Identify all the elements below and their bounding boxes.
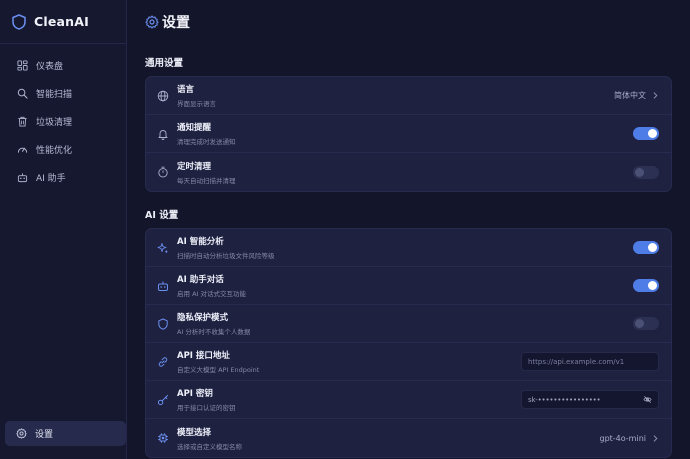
- gauge-icon: [17, 147, 28, 153]
- setting-label: API 接口地址: [177, 351, 230, 361]
- language-value: 简体中文: [614, 91, 646, 100]
- setting-schedule: 定时清理 每天自动扫描并清理: [146, 153, 671, 191]
- setting-language[interactable]: 语言 界面显示语言 简体中文: [146, 77, 671, 115]
- sidebar-item-dashboard[interactable]: 仪表盘: [0, 51, 126, 79]
- ai-chat-toggle[interactable]: [633, 279, 659, 292]
- setting-desc: 清理完成时发送通知: [177, 138, 236, 146]
- setting-desc: AI 分析时不收集个人数据: [177, 328, 251, 336]
- chevron-right-icon: [653, 92, 658, 99]
- setting-desc: 选择或自定义模型名称: [177, 442, 242, 451]
- setting-desc: 启用 AI 对话式交互功能: [177, 290, 246, 298]
- toggle-knob: [648, 281, 657, 290]
- general-settings-card: 语言 界面显示语言 简体中文 通知提醒 清理完成时发送通知 定时清理 每天自动扫…: [145, 76, 672, 192]
- schedule-toggle[interactable]: [633, 165, 659, 179]
- setting-ai-analysis: AI 智能分析 扫描时自动分析垃圾文件风险等级: [146, 229, 671, 267]
- setting-desc: 扫描时自动分析垃圾文件风险等级: [177, 252, 275, 260]
- sidebar-item-label: AI 助手: [36, 173, 66, 184]
- ai-settings-card: AI 智能分析 扫描时自动分析垃圾文件风险等级 AI 助手对话 启用 AI 对话…: [145, 228, 672, 458]
- setting-label: 模型选择: [177, 427, 212, 438]
- notify-toggle[interactable]: [633, 127, 659, 140]
- sidebar-item-label: 智能扫描: [36, 89, 73, 100]
- toggle-knob: [648, 243, 657, 252]
- setting-label: 定时清理: [177, 161, 212, 172]
- sidebar-item-label: 仪表盘: [36, 61, 64, 72]
- setting-ai-chat: AI 助手对话 启用 AI 对话式交互功能: [146, 267, 671, 305]
- model-select[interactable]: gpt-4o-mini: [599, 434, 659, 443]
- setting-label: AI 智能分析: [177, 237, 224, 247]
- api-url-field-wrap: [521, 352, 659, 371]
- sidebar: CleanAI 仪表盘 智能扫描 垃圾清理 性能优化 AI 助手 设置: [0, 0, 127, 459]
- toggle-knob: [648, 129, 657, 138]
- section-title-general: 通用设置: [145, 58, 184, 69]
- dashboard-icon: [17, 59, 28, 71]
- privacy-toggle[interactable]: [633, 317, 659, 330]
- language-select[interactable]: 简体中文: [614, 90, 659, 101]
- key-icon: [157, 394, 169, 406]
- section-title-ai: AI 设置: [145, 210, 179, 221]
- setting-label: API 密钥: [177, 389, 213, 399]
- setting-label: 通知提醒: [177, 123, 212, 133]
- sidebar-item-ai-assistant[interactable]: AI 助手: [0, 163, 126, 191]
- trash-icon: [18, 116, 27, 127]
- setting-api-key: API 密钥 用于接口认证的密钥 sk-••••••••••••••••: [146, 381, 671, 419]
- api-key-value: sk-••••••••••••••••: [528, 395, 601, 404]
- settings-main: 设置 通用设置 语言 界面显示语言 简体中文 通知提醒 清理完成时发送通知 定时…: [127, 0, 690, 459]
- robot-icon: [17, 172, 28, 182]
- page-title: 设置: [145, 0, 672, 44]
- shield-icon: [157, 318, 169, 330]
- toggle-knob: [635, 319, 644, 328]
- setting-desc: 自定义大模型 API Endpoint: [177, 366, 260, 374]
- sidebar-item-performance[interactable]: 性能优化: [0, 135, 126, 163]
- sidebar-nav: 仪表盘 智能扫描 垃圾清理 性能优化 AI 助手: [0, 44, 126, 191]
- api-url-input[interactable]: [528, 357, 652, 366]
- chevron-right-icon: [653, 434, 658, 442]
- sparkles-icon: [157, 242, 169, 254]
- sidebar-item-label: 设置: [35, 430, 54, 440]
- setting-model[interactable]: 模型选择 选择或自定义模型名称 gpt-4o-mini: [146, 419, 671, 457]
- setting-desc: 每天自动扫描并清理: [177, 176, 236, 185]
- page-title-text: 设置: [162, 15, 190, 31]
- gear-icon: [145, 15, 159, 29]
- setting-desc: 界面显示语言: [177, 100, 216, 108]
- bell-icon: [157, 128, 169, 140]
- model-value: gpt-4o-mini: [599, 433, 646, 443]
- setting-label: AI 助手对话: [177, 275, 224, 285]
- app-window: CleanAI 仪表盘 智能扫描 垃圾清理 性能优化 AI 助手 设置 设置 通…: [0, 0, 690, 459]
- api-key-field[interactable]: sk-••••••••••••••••: [521, 390, 659, 409]
- setting-privacy: 隐私保护模式 AI 分析时不收集个人数据: [146, 305, 671, 343]
- sidebar-item-junk-clean[interactable]: 垃圾清理: [0, 107, 126, 135]
- ai-analysis-toggle[interactable]: [633, 241, 659, 254]
- setting-notify: 通知提醒 清理完成时发送通知: [146, 115, 671, 153]
- eye-off-icon[interactable]: [643, 395, 652, 404]
- setting-api-url: API 接口地址 自定义大模型 API Endpoint: [146, 343, 671, 381]
- setting-desc: 用于接口认证的密钥: [177, 404, 236, 412]
- app-name: CleanAI: [34, 14, 89, 29]
- robot-icon: [157, 280, 169, 292]
- sidebar-item-smart-scan[interactable]: 智能扫描: [0, 79, 126, 107]
- sidebar-item-settings[interactable]: 设置: [5, 421, 126, 446]
- sidebar-item-label: 性能优化: [36, 145, 73, 156]
- setting-label: 隐私保护模式: [177, 313, 229, 323]
- link-icon: [157, 356, 169, 368]
- sidebar-item-label: 垃圾清理: [36, 117, 73, 128]
- setting-label: 语言: [177, 85, 195, 95]
- toggle-knob: [635, 167, 644, 177]
- search-icon: [17, 88, 28, 99]
- chip-icon: [157, 432, 169, 444]
- globe-icon: [157, 90, 169, 102]
- gear-icon: [16, 428, 27, 439]
- shield-logo-icon: [12, 13, 26, 30]
- brand: CleanAI: [0, 0, 126, 44]
- timer-icon: [157, 166, 169, 178]
